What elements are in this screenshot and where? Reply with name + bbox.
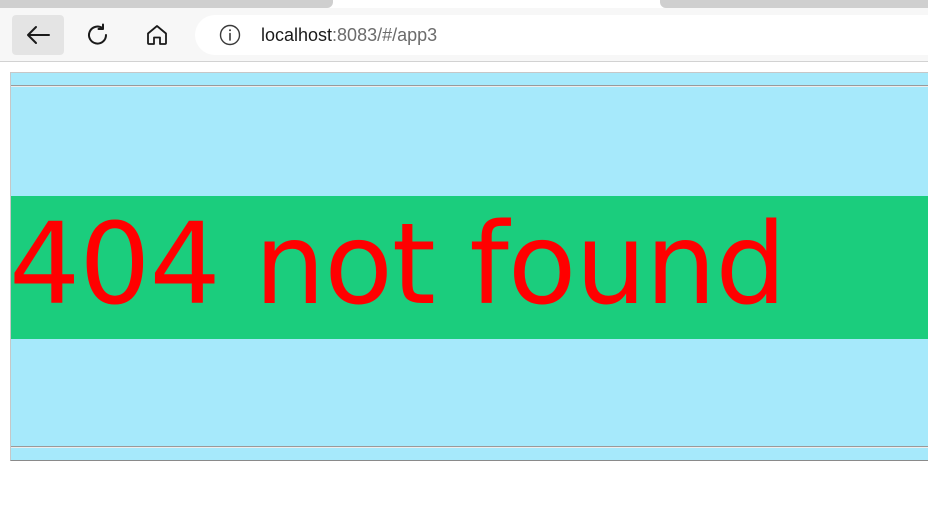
toolbar-divider: [0, 61, 928, 62]
info-icon[interactable]: [219, 24, 241, 46]
url-text[interactable]: localhost:8083/#/app3: [261, 25, 437, 46]
app-container: 404 not found: [10, 72, 928, 461]
not-found-banner: 404 not found: [11, 196, 928, 339]
address-bar[interactable]: localhost:8083/#/app3: [195, 15, 928, 55]
back-button[interactable]: [12, 15, 64, 55]
url-path: :8083/#/app3: [332, 24, 438, 45]
top-rule: [11, 85, 928, 87]
browser-toolbar: localhost:8083/#/app3: [0, 8, 928, 61]
not-found-message: 404 not found: [11, 200, 786, 330]
arrow-left-icon: [27, 26, 50, 44]
bottom-rule: [11, 446, 928, 448]
home-button[interactable]: [131, 15, 183, 55]
inactive-tab-right[interactable]: [660, 0, 928, 8]
reload-button[interactable]: [72, 15, 124, 55]
inactive-tab-left[interactable]: [0, 0, 333, 8]
home-icon: [147, 25, 167, 45]
reload-icon: [88, 23, 108, 45]
url-host: localhost: [261, 24, 333, 45]
